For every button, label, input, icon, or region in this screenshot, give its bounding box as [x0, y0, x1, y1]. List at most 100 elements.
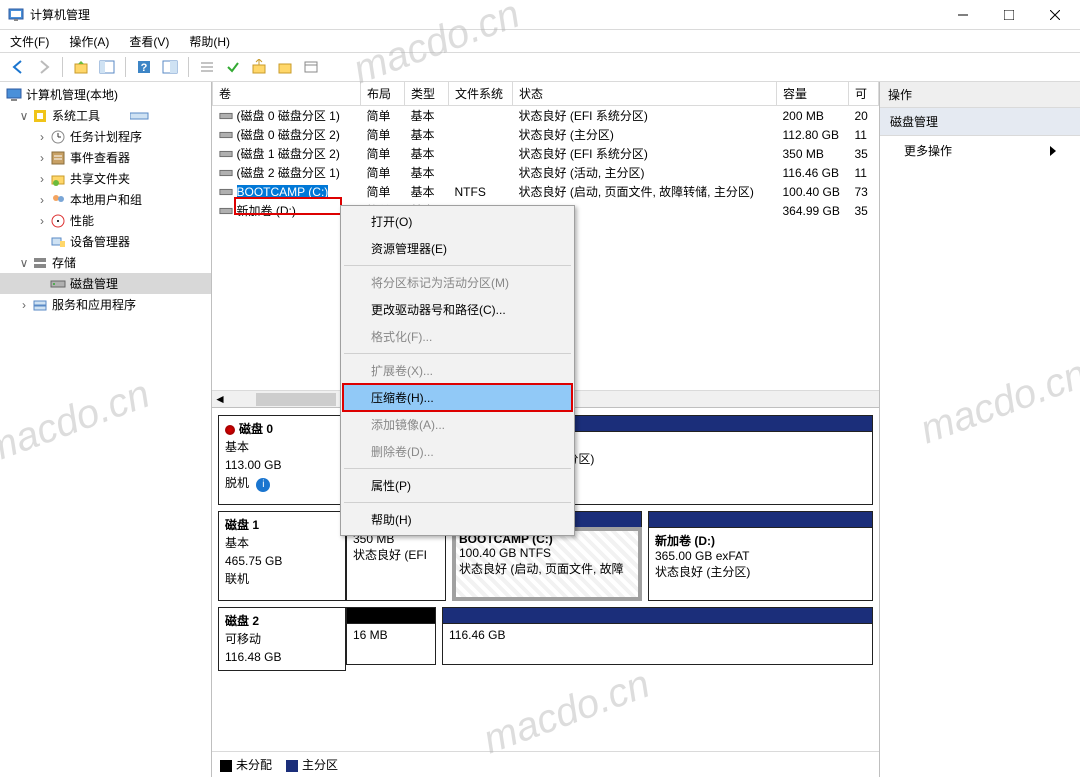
ctx-shrink[interactable]: 压缩卷(H)... [343, 384, 572, 411]
disk0-state: 脱机 [225, 476, 249, 490]
disk2-part2-size: 116.46 GB [449, 628, 505, 642]
device-icon [50, 234, 66, 250]
computer-icon [6, 87, 22, 103]
tree-systools[interactable]: ∨ 系统工具 [0, 105, 211, 126]
ctx-changeletter[interactable]: 更改驱动器号和路径(C)... [343, 296, 572, 323]
tree-services[interactable]: ›服务和应用程序 [0, 294, 211, 315]
tree-users[interactable]: ›本地用户和组 [0, 189, 211, 210]
toolbar: ? [0, 52, 1080, 82]
disk1-part1[interactable]: 350 MB 状态良好 (EFI [346, 527, 446, 601]
volume-table[interactable]: 卷 布局 类型 文件系统 状态 容量 可 (磁盘 0 磁盘分区 1)简单基本状态… [212, 82, 879, 220]
actions-section-diskmgmt[interactable]: 磁盘管理 [880, 108, 1080, 136]
col-type[interactable]: 类型 [405, 82, 449, 106]
ctx-markactive[interactable]: 将分区标记为活动分区(M) [343, 269, 572, 296]
tree-diskmgmt[interactable]: 磁盘管理 [0, 273, 211, 294]
disk2-type: 可移动 [225, 630, 339, 648]
menu-help[interactable]: 帮助(H) [185, 31, 234, 52]
info-icon[interactable]: i [256, 478, 270, 492]
help-icon[interactable]: ? [132, 55, 156, 79]
menu-view[interactable]: 查看(V) [125, 31, 173, 52]
tree-devmgr-label: 设备管理器 [70, 233, 130, 250]
detail-icon[interactable] [299, 55, 323, 79]
clock-icon [50, 129, 66, 145]
ctx-explorer[interactable]: 资源管理器(E) [343, 235, 572, 262]
table-row[interactable]: (磁盘 2 磁盘分区 1)简单基本状态良好 (活动, 主分区)116.46 GB… [213, 163, 879, 182]
ctx-open[interactable]: 打开(O) [343, 208, 572, 235]
tree-root[interactable]: 计算机管理(本地) [0, 84, 211, 105]
tree-services-label: 服务和应用程序 [52, 296, 136, 313]
table-row[interactable]: BOOTCAMP (C:)简单基本NTFS状态良好 (启动, 页面文件, 故障转… [213, 182, 879, 201]
tree-root-label: 计算机管理(本地) [26, 86, 118, 103]
table-row[interactable]: (磁盘 0 磁盘分区 2)简单基本状态良好 (主分区)112.80 GB11 [213, 125, 879, 144]
app-icon [8, 7, 24, 23]
back-button[interactable] [6, 55, 30, 79]
col-layout[interactable]: 布局 [361, 82, 405, 106]
disk2-info[interactable]: 磁盘 2 可移动 116.48 GB [218, 607, 346, 671]
disk1-part3[interactable]: 新加卷 (D:) 365.00 GB exFAT 状态良好 (主分区) [648, 527, 873, 601]
disk1-part1-status: 状态良好 (EFI [353, 546, 439, 563]
disk1-part2-bootcamp[interactable]: BOOTCAMP (C:) 100.40 GB NTFS 状态良好 (启动, 页… [452, 527, 642, 601]
list-icon[interactable] [195, 55, 219, 79]
col-volume[interactable]: 卷 [213, 82, 361, 106]
close-button[interactable] [1032, 0, 1078, 30]
expand-icon [1050, 146, 1056, 156]
menu-action[interactable]: 操作(A) [65, 31, 113, 52]
disk1-size: 465.75 GB [225, 552, 339, 570]
properties-icon[interactable] [158, 55, 182, 79]
check-icon[interactable] [221, 55, 245, 79]
up-button[interactable] [69, 55, 93, 79]
tree-shared[interactable]: ›共享文件夹 [0, 168, 211, 189]
disk1-info[interactable]: 磁盘 1 基本 465.75 GB 联机 [218, 511, 346, 601]
folder-up-icon[interactable] [247, 55, 271, 79]
tree-eventvwr[interactable]: ›事件查看器 [0, 147, 211, 168]
actions-diskmgmt-label: 磁盘管理 [890, 113, 938, 130]
tree-devmgr[interactable]: 设备管理器 [0, 231, 211, 252]
maximize-button[interactable] [986, 0, 1032, 30]
event-icon [50, 150, 66, 166]
drive-icon [130, 111, 150, 121]
tree-shared-label: 共享文件夹 [70, 170, 130, 187]
disk2-part2[interactable]: 116.46 GB [442, 623, 873, 665]
tree-storage-label: 存储 [52, 254, 76, 271]
context-menu[interactable]: 打开(O) 资源管理器(E) 将分区标记为活动分区(M) 更改驱动器号和路径(C… [340, 205, 575, 536]
col-free[interactable]: 可 [849, 82, 879, 106]
disk1-part3-status: 状态良好 (主分区) [655, 563, 866, 580]
col-status[interactable]: 状态 [513, 82, 777, 106]
tree-storage[interactable]: ∨存储 [0, 252, 211, 273]
ctx-help[interactable]: 帮助(H) [343, 506, 572, 533]
menu-file[interactable]: 文件(F) [6, 31, 53, 52]
tree-diskmgmt-label: 磁盘管理 [70, 275, 118, 292]
forward-button[interactable] [32, 55, 56, 79]
svg-text:?: ? [141, 62, 148, 74]
tree-scheduler[interactable]: ›任务计划程序 [0, 126, 211, 147]
tools-icon [32, 108, 48, 124]
col-cap[interactable]: 容量 [777, 82, 849, 106]
folder-icon[interactable] [273, 55, 297, 79]
disk-icon [50, 276, 66, 292]
col-fs[interactable]: 文件系统 [449, 82, 513, 106]
nav-tree[interactable]: 计算机管理(本地) ∨ 系统工具 ›任务计划程序 ›事件查看器 ›共享文件夹 ›… [0, 82, 212, 777]
tree-perf[interactable]: ›性能 [0, 210, 211, 231]
ctx-props[interactable]: 属性(P) [343, 472, 572, 499]
ctx-delete[interactable]: 删除卷(D)... [343, 438, 572, 465]
disk1-part3-size: 365.00 GB exFAT [655, 549, 866, 563]
ctx-mirror[interactable]: 添加镜像(A)... [343, 411, 572, 438]
disk2-part1[interactable]: 16 MB [346, 623, 436, 665]
disk1-part2-status: 状态良好 (启动, 页面文件, 故障 [459, 560, 635, 577]
disk0-size: 113.00 GB [225, 456, 339, 474]
ctx-format[interactable]: 格式化(F)... [343, 323, 572, 350]
users-icon [50, 192, 66, 208]
disk1-type: 基本 [225, 534, 339, 552]
show-hide-tree-button[interactable] [95, 55, 119, 79]
ctx-extend[interactable]: 扩展卷(X)... [343, 357, 572, 384]
titlebar: 计算机管理 [0, 0, 1080, 30]
disk0-info[interactable]: 磁盘 0 基本 113.00 GB 脱机 i [218, 415, 346, 505]
shared-folder-icon [50, 171, 66, 187]
actions-more-label: 更多操作 [904, 142, 952, 159]
window-title: 计算机管理 [30, 6, 940, 23]
table-row[interactable]: (磁盘 1 磁盘分区 2)简单基本状态良好 (EFI 系统分区)350 MB35 [213, 144, 879, 163]
table-row[interactable]: (磁盘 0 磁盘分区 1)简单基本状态良好 (EFI 系统分区)200 MB20 [213, 106, 879, 126]
actions-more[interactable]: 更多操作 [880, 136, 1080, 165]
minimize-button[interactable] [940, 0, 986, 30]
disk2-size: 116.48 GB [225, 648, 339, 666]
